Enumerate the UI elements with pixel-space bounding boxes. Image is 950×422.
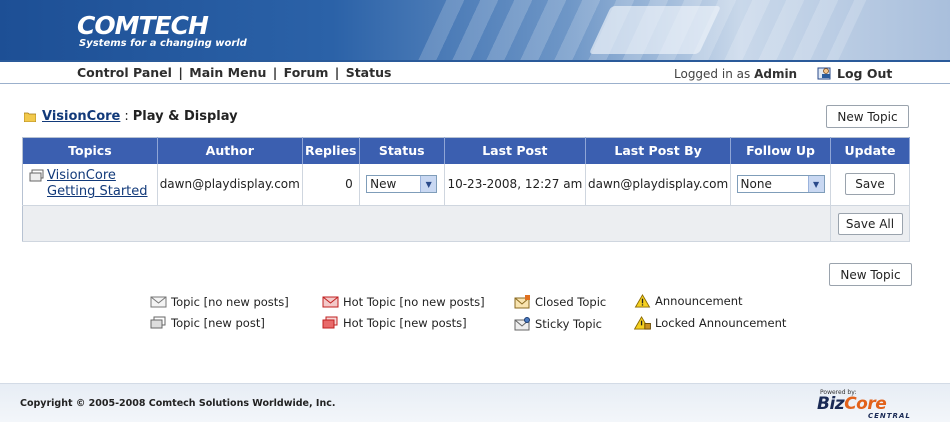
- legend-hot-no-new: Hot Topic [no new posts]: [322, 295, 485, 309]
- breadcrumb-separator: :: [124, 109, 129, 124]
- nav-forum[interactable]: Forum: [284, 65, 329, 80]
- topic-title-line2: Getting Started: [47, 184, 148, 200]
- sticky-topic-icon: [514, 317, 530, 331]
- table-footer-spacer: [22, 205, 831, 242]
- column-header-follow-up: Follow Up: [730, 137, 831, 164]
- legend-topic-no-new: Topic [no new posts]: [150, 295, 289, 309]
- comtech-logo: COMTECH: [77, 11, 209, 40]
- column-header-replies: Replies: [302, 137, 360, 164]
- logout-label: Log Out: [837, 65, 893, 81]
- nav-status[interactable]: Status: [346, 65, 392, 80]
- topic-title-line1: VisionCore: [47, 168, 116, 184]
- nav-separator: |: [178, 65, 183, 80]
- chevron-down-icon: ▼: [807, 176, 824, 193]
- follow-up-select-value: None: [740, 177, 772, 192]
- last-post-cell: 10-23-2008, 12:27 am: [444, 163, 587, 206]
- topic-link[interactable]: VisionCore Getting Started: [47, 168, 148, 200]
- legend-announcement: Announcement: [634, 294, 743, 308]
- banner-decoration-panel: [588, 6, 722, 54]
- page-footer: Copyright © 2005-2008 Comtech Solutions …: [0, 383, 950, 422]
- legend-label: Hot Topic [new posts]: [343, 316, 467, 330]
- status-select-value: New: [370, 177, 397, 192]
- table-row: VisionCore Getting Started dawn@playdisp…: [22, 163, 910, 206]
- folder-icon: [24, 112, 36, 122]
- legend-label: Locked Announcement: [655, 316, 787, 330]
- legend-locked-announcement: Locked Announcement: [634, 316, 786, 330]
- bizcore-logo-core: Core: [844, 394, 887, 414]
- legend-label: Announcement: [655, 294, 743, 308]
- bizcore-logo: BizCore: [817, 394, 887, 414]
- column-header-author: Author: [157, 137, 303, 164]
- topic-cell-content: VisionCore Getting Started: [29, 168, 157, 200]
- follow-up-cell: None ▼: [730, 163, 831, 206]
- legend-closed: Closed Topic: [514, 295, 606, 309]
- save-all-button[interactable]: Save All: [837, 212, 903, 235]
- bizcore-logo-central: CENTRAL: [868, 412, 911, 420]
- copyright-text: Copyright © 2005-2008 Comtech Solutions …: [20, 398, 336, 409]
- topic-new-post-icon: [150, 316, 166, 329]
- legend-topic-new: Topic [new post]: [150, 316, 265, 330]
- bizcore-logo-biz: Biz: [817, 394, 845, 414]
- last-post-by-cell: dawn@playdisplay.com: [585, 163, 732, 206]
- table-header-row: Topics Author Replies Status Last Post L…: [22, 137, 910, 164]
- save-button[interactable]: Save: [845, 173, 895, 196]
- header-banner: COMTECH Systems for a changing world: [0, 0, 950, 60]
- breadcrumb-parent-link[interactable]: VisionCore: [42, 109, 120, 124]
- tagline: Systems for a changing world: [79, 38, 247, 49]
- new-topic-button-top[interactable]: New Topic: [826, 105, 909, 128]
- login-status: Logged in as Admin: [674, 67, 797, 81]
- chevron-down-icon: ▼: [420, 176, 437, 193]
- column-header-topics: Topics: [22, 137, 158, 164]
- column-header-status: Status: [359, 137, 445, 164]
- topics-table: Topics Author Replies Status Last Post L…: [22, 137, 910, 242]
- topic-cell: VisionCore Getting Started: [22, 163, 158, 206]
- save-all-cell: Save All: [830, 205, 910, 242]
- column-header-update: Update: [830, 137, 910, 164]
- nav-control-panel[interactable]: Control Panel: [77, 65, 172, 80]
- nav-bar: Control Panel | Main Menu | Forum | Stat…: [0, 60, 950, 84]
- hot-envelope-icon: [322, 296, 339, 308]
- update-cell: Save: [830, 163, 910, 206]
- legend-label: Closed Topic: [535, 295, 607, 309]
- login-username: Admin: [754, 67, 798, 81]
- legend-label: Hot Topic [no new posts]: [343, 295, 485, 309]
- warning-icon: [634, 294, 651, 308]
- topic-new-post-icon: [29, 169, 44, 182]
- nav-separator: |: [334, 65, 340, 80]
- nav-main-menu[interactable]: Main Menu: [189, 65, 266, 80]
- logout-link[interactable]: Log Out: [817, 65, 892, 81]
- login-prefix: Logged in as: [674, 67, 751, 81]
- breadcrumb-current: Play & Display: [132, 109, 238, 124]
- breadcrumb: VisionCore : Play & Display: [24, 109, 238, 124]
- replies-cell: 0: [302, 163, 360, 206]
- legend-label: Topic [new post]: [171, 316, 265, 330]
- legend-label: Sticky Topic: [535, 317, 602, 331]
- main-nav: Control Panel | Main Menu | Forum | Stat…: [77, 65, 391, 80]
- column-header-last-post: Last Post: [444, 137, 587, 164]
- new-topic-button-bottom[interactable]: New Topic: [829, 263, 912, 286]
- hot-topic-new-icon: [322, 316, 338, 329]
- legend-hot-new: Hot Topic [new posts]: [322, 316, 467, 330]
- table-footer-row: Save All: [22, 205, 910, 242]
- envelope-icon: [150, 296, 167, 308]
- status-select[interactable]: New ▼: [366, 175, 438, 194]
- closed-topic-icon: [514, 295, 530, 309]
- column-header-last-post-by: Last Post By: [585, 137, 732, 164]
- locked-warning-icon: [634, 316, 651, 330]
- legend-label: Topic [no new posts]: [171, 295, 289, 309]
- author-cell: dawn@playdisplay.com: [157, 163, 303, 206]
- legend-sticky: Sticky Topic: [514, 317, 602, 331]
- follow-up-select[interactable]: None ▼: [736, 175, 825, 194]
- logout-icon: [817, 67, 831, 80]
- status-cell: New ▼: [359, 163, 445, 206]
- nav-separator: |: [272, 65, 278, 80]
